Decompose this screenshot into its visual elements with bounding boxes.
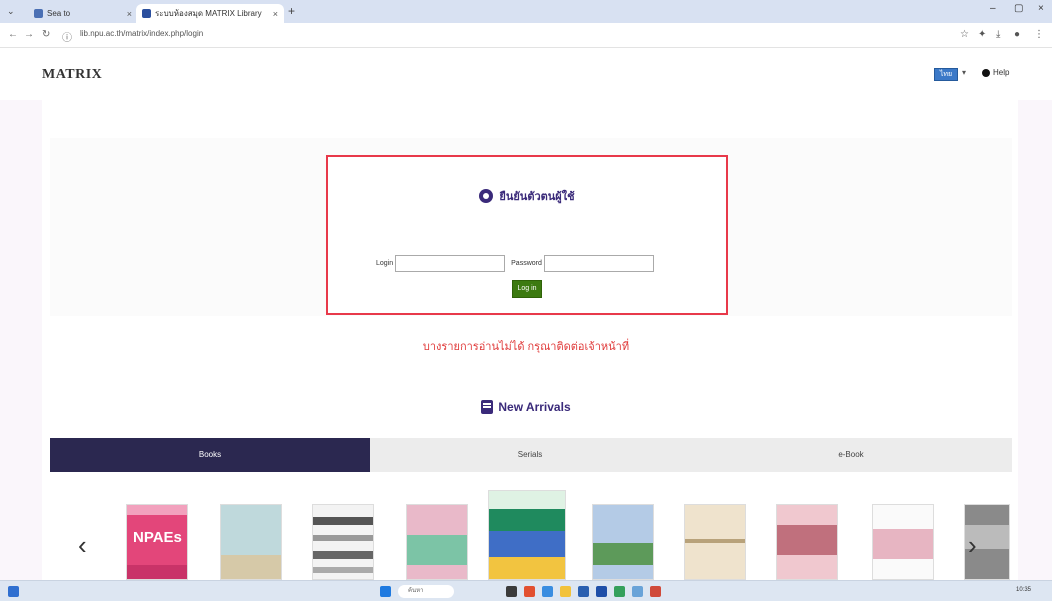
book-icon	[481, 400, 494, 414]
book-cover-label: NPAEs	[133, 529, 182, 546]
browser-tab-inactive[interactable]: Sea to ×	[28, 4, 138, 23]
warning-message: บางรายการอ่านไม่ได้ กรุณาติดต่อเจ้าหน้าท…	[422, 341, 630, 353]
login-label: Login	[376, 260, 394, 267]
login-box: ยืนยันตัวตนผู้ใช้ Login Password Log in	[326, 155, 728, 315]
taskview-icon[interactable]	[506, 586, 517, 597]
app-icon[interactable]	[632, 586, 643, 597]
login-title-text: ยืนยันตัวตนผู้ใช้	[499, 191, 575, 203]
tab-close-icon[interactable]: ×	[273, 9, 278, 19]
chevron-down-icon[interactable]: ▾	[962, 68, 966, 77]
app-icon[interactable]	[614, 586, 625, 597]
clock[interactable]: 10:35	[1016, 587, 1031, 593]
tab-serials[interactable]: Serials	[370, 438, 690, 472]
maximize-icon[interactable]: ▢	[1014, 3, 1023, 14]
start-icon[interactable]	[380, 586, 391, 597]
help-icon	[982, 68, 990, 77]
taskbar-search[interactable]: ค้นหา	[398, 585, 454, 598]
tab-favicon-icon	[142, 9, 151, 18]
book-cover[interactable]	[220, 504, 282, 580]
edge-icon[interactable]	[542, 586, 553, 597]
tab-title: ระบบห้องสมุด MATRIX Library	[155, 9, 262, 18]
eye-icon	[479, 189, 494, 203]
chrome-icon[interactable]	[524, 586, 535, 597]
book-cover[interactable]	[684, 504, 746, 580]
password-input[interactable]	[543, 255, 654, 272]
url-field[interactable]: lib.npu.ac.th/matrix/index.php/login	[80, 29, 203, 38]
book-cover[interactable]	[872, 504, 934, 580]
language-button[interactable]: ไทย	[934, 68, 958, 81]
back-icon[interactable]: ←	[8, 29, 18, 40]
login-field-row: Login Password	[376, 255, 654, 272]
login-input[interactable]	[395, 255, 506, 272]
site-header: MATRIX ไทย ▾ Help	[0, 48, 1052, 100]
browser-tab-active[interactable]: ระบบห้องสมุด MATRIX Library ×	[136, 4, 284, 23]
folder-icon[interactable]	[560, 586, 571, 597]
screen: ⌄ Sea to × ระบบห้องสมุด MATRIX Library ×…	[0, 0, 1052, 601]
book-carousel: ‹ NPAEs ›	[0, 490, 1052, 580]
password-label: Password	[511, 260, 542, 267]
forward-icon[interactable]: →	[24, 29, 34, 40]
download-icon[interactable]: ⤓	[996, 29, 1000, 40]
minimize-icon[interactable]: –	[990, 3, 996, 14]
tab-favicon-icon	[34, 9, 43, 18]
login-button[interactable]: Log in	[512, 280, 542, 298]
site-logo[interactable]: MATRIX	[42, 67, 102, 83]
word-icon[interactable]	[596, 586, 607, 597]
book-cover[interactable]	[312, 504, 374, 580]
app-icon[interactable]	[650, 586, 661, 597]
help-label: Help	[993, 68, 1010, 77]
profile-icon[interactable]: ●	[1014, 29, 1020, 40]
store-icon[interactable]	[578, 586, 589, 597]
book-cover[interactable]	[592, 504, 654, 580]
tab-ebook[interactable]: e-Book	[690, 438, 1012, 472]
os-taskbar: ค้นหา 10:35	[0, 580, 1052, 601]
menu-icon[interactable]: ⋮	[1034, 29, 1044, 40]
new-arrivals-title: New Arrivals	[498, 400, 571, 414]
address-bar: ← → ↻ ⓘ lib.npu.ac.th/matrix/index.php/l…	[0, 23, 1052, 48]
carousel-prev-icon[interactable]: ‹	[78, 532, 87, 558]
book-cover[interactable]	[488, 490, 566, 580]
tab-search-icon[interactable]: ⌄	[7, 6, 15, 17]
desktop-icon[interactable]	[8, 586, 19, 597]
reload-icon[interactable]: ↻	[42, 29, 50, 40]
book-cover[interactable]	[776, 504, 838, 580]
tab-close-icon[interactable]: ×	[127, 9, 132, 19]
login-title: ยืนยันตัวตนผู้ใช้	[328, 187, 726, 205]
close-window-icon[interactable]: ×	[1038, 3, 1044, 14]
star-icon[interactable]: ☆	[960, 29, 969, 40]
tab-books[interactable]: Books	[50, 438, 370, 472]
new-tab-icon[interactable]: +	[288, 4, 295, 18]
extension-icon[interactable]: ✦	[978, 29, 986, 40]
carousel-next-icon[interactable]: ›	[968, 532, 977, 558]
book-cover[interactable]	[406, 504, 468, 580]
site-info-icon[interactable]: ⓘ	[62, 29, 72, 44]
arrivals-tabs: Books Serials e-Book	[50, 438, 1012, 472]
book-cover[interactable]: NPAEs	[126, 504, 188, 580]
new-arrivals-heading: New Arrivals	[0, 400, 1052, 414]
help-link[interactable]: Help	[982, 68, 1009, 77]
tab-title: Sea to	[47, 9, 71, 18]
browser-tab-strip: ⌄ Sea to × ระบบห้องสมุด MATRIX Library ×…	[0, 0, 1052, 23]
